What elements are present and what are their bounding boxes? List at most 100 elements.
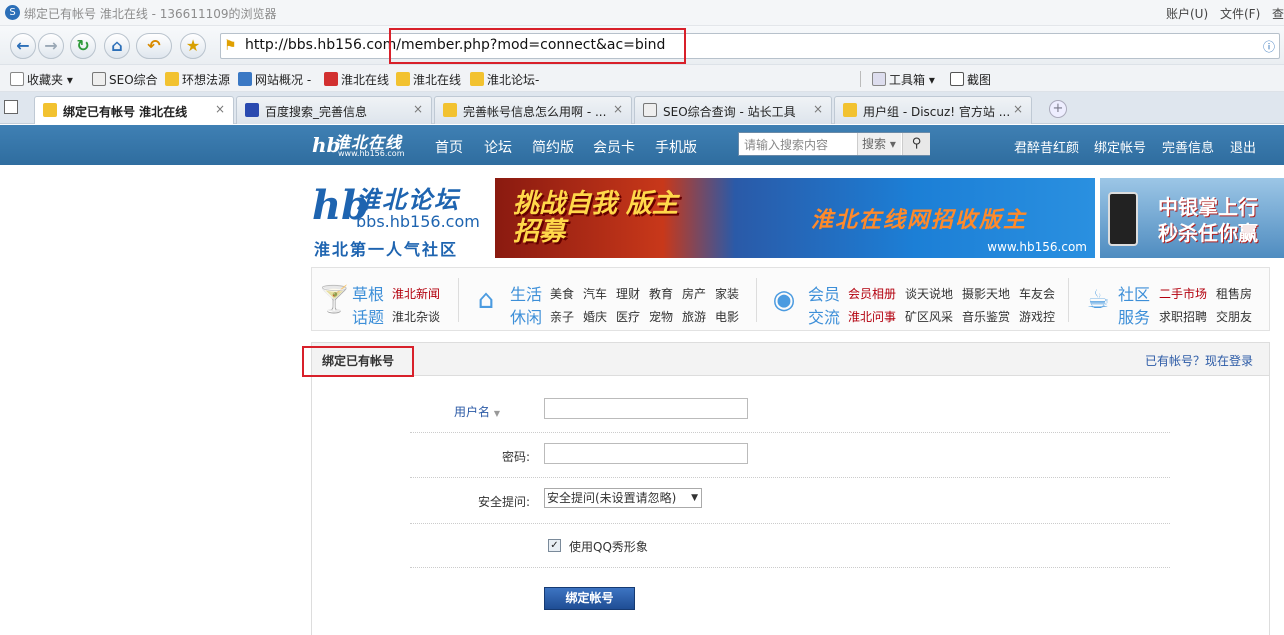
nav-simple[interactable]: 简约版	[532, 137, 574, 157]
site-search: 请输入搜索内容 搜索 ▾ ⚲	[738, 132, 930, 156]
bookmark-icon	[324, 72, 338, 86]
undo-button[interactable]: ↶	[136, 33, 172, 59]
category-link[interactable]: 旅游	[682, 308, 706, 325]
category-title[interactable]: 话题	[352, 304, 384, 328]
category-link[interactable]: 矿区风采	[905, 308, 953, 325]
favorite-item-seo[interactable]: SEO综合	[92, 71, 158, 88]
tab-seo-query[interactable]: SEO综合查询 - 站长工具 ×	[634, 96, 832, 124]
category-divider	[458, 278, 459, 322]
tab-baidu-search[interactable]: 百度搜索_完善信息 ×	[236, 96, 432, 124]
category-link[interactable]: 车友会	[1019, 285, 1055, 302]
category-link[interactable]: 汽车	[583, 285, 607, 302]
username-input[interactable]	[544, 398, 748, 419]
category-link[interactable]: 二手市场	[1159, 285, 1207, 302]
category-title[interactable]: 休闲	[510, 304, 542, 328]
nav-home[interactable]: 首页	[435, 137, 463, 157]
forum-logo[interactable]: hb 淮北论坛 bbs.hb156.com 淮北第一人气社区	[312, 178, 490, 259]
nav-member-card[interactable]: 会员卡	[593, 137, 635, 157]
home-button[interactable]: ⌂	[104, 33, 130, 59]
category-link[interactable]: 教育	[649, 285, 673, 302]
back-button[interactable]: ←	[10, 33, 36, 59]
menu-more[interactable]: 查	[1272, 5, 1284, 22]
category-title[interactable]: 服务	[1118, 304, 1150, 328]
moderator-recruit-banner[interactable]: 挑战自我 版主招募 淮北在线网招收版主 www.hb156.com	[495, 178, 1095, 258]
refresh-button[interactable]: ↻	[70, 33, 96, 59]
category-link[interactable]: 宠物	[649, 308, 673, 325]
category-title[interactable]: 草根	[352, 281, 384, 305]
url-bar[interactable]: ⚑ http://bbs.hb156.com/member.php?mod=co…	[220, 33, 1280, 59]
close-icon[interactable]: ×	[613, 102, 623, 116]
category-title[interactable]: 交流	[808, 304, 840, 328]
security-question-select[interactable]: 安全提问(未设置请忽略) ▼	[544, 488, 702, 508]
password-input[interactable]	[544, 443, 748, 464]
menu-account[interactable]: 账户(U)	[1166, 5, 1208, 22]
favorite-item-huaibei-online-2[interactable]: 淮北在线	[396, 71, 461, 88]
favorites-menu[interactable]: 收藏夹 ▾	[10, 71, 73, 88]
search-type-select[interactable]: 搜索 ▾	[857, 133, 901, 155]
category-link[interactable]: 淮北新闻	[392, 285, 440, 302]
category-link[interactable]: 医疗	[616, 308, 640, 325]
tab-user-group[interactable]: 用户组 - Discuz! 官方站 ... ×	[834, 96, 1032, 124]
favorite-star-button[interactable]: ★	[180, 33, 206, 59]
category-title[interactable]: 生活	[510, 281, 542, 305]
qq-show-checkbox[interactable]: ✓	[548, 539, 561, 552]
category-link[interactable]: 家装	[715, 285, 739, 302]
tab-complete-account[interactable]: 完善帐号信息怎么用啊 - ... ×	[434, 96, 632, 124]
close-icon[interactable]: ×	[1013, 102, 1023, 116]
search-input[interactable]: 请输入搜索内容	[744, 136, 828, 153]
category-link[interactable]: 淮北杂谈	[392, 308, 440, 325]
phone-image	[1108, 192, 1138, 246]
star-icon	[10, 72, 24, 86]
menu-file[interactable]: 文件(F)	[1220, 5, 1260, 22]
category-link[interactable]: 电影	[715, 308, 739, 325]
category-link[interactable]: 淮北问事	[848, 308, 896, 325]
category-link[interactable]: 音乐鉴赏	[962, 308, 1010, 325]
complete-info-link[interactable]: 完善信息	[1162, 137, 1214, 156]
favorite-item-huaibei-forum[interactable]: 淮北论坛-	[470, 71, 539, 88]
nav-forum[interactable]: 论坛	[484, 137, 512, 157]
category-link[interactable]: 摄影天地	[962, 285, 1010, 302]
close-icon[interactable]: ×	[413, 102, 423, 116]
category-link[interactable]: 求职招聘	[1159, 308, 1207, 325]
tab-bar: 绑定已有帐号 淮北在线 × 百度搜索_完善信息 × 完善帐号信息怎么用啊 - .…	[0, 92, 1284, 124]
category-link[interactable]: 交朋友	[1216, 308, 1252, 325]
bank-ad-banner[interactable]: 中银掌上行 秒杀任你赢	[1100, 178, 1284, 258]
category-link[interactable]: 理财	[616, 285, 640, 302]
nav-mobile[interactable]: 手机版	[655, 137, 697, 157]
close-icon[interactable]: ×	[215, 102, 225, 116]
site-info-icon[interactable]: ⓘ	[1263, 38, 1275, 55]
shield-icon	[470, 72, 484, 86]
logout-link[interactable]: 退出	[1230, 137, 1256, 156]
user-name-link[interactable]: 君醉昔红颜	[1014, 137, 1079, 156]
category-link[interactable]: 美食	[550, 285, 574, 302]
favorite-item-site-overview[interactable]: 网站概况 -	[238, 71, 311, 88]
category-title[interactable]: 会员	[808, 281, 840, 305]
toolbox-icon	[872, 72, 886, 86]
tab-bind-account[interactable]: 绑定已有帐号 淮北在线 ×	[34, 96, 234, 124]
close-icon[interactable]: ×	[813, 102, 823, 116]
category-link[interactable]: 婚庆	[583, 308, 607, 325]
login-link[interactable]: 已有帐号？现在登录	[1145, 352, 1253, 369]
favorite-item-huaibei-online-1[interactable]: 淮北在线	[324, 71, 389, 88]
category-link[interactable]: 游戏控	[1019, 308, 1055, 325]
category-link[interactable]: 会员相册	[848, 285, 896, 302]
bind-account-link[interactable]: 绑定帐号	[1094, 137, 1146, 156]
category-link[interactable]: 房产	[682, 285, 706, 302]
toolbox-button[interactable]: 工具箱 ▾	[872, 71, 935, 88]
forward-button[interactable]: →	[38, 33, 64, 59]
home-icon: ⌂	[111, 36, 123, 55]
category-link[interactable]: 亲子	[550, 308, 574, 325]
plus-icon: +	[1052, 101, 1064, 116]
site-logo[interactable]: hb 淮北在线 www.hb156.com	[312, 129, 412, 161]
username-label[interactable]: 用户名 ▼	[380, 403, 500, 420]
screenshot-button[interactable]: 截图	[950, 71, 991, 88]
favorite-item-huanxiang[interactable]: 环想法源	[165, 71, 230, 88]
category-link[interactable]: 谈天说地	[905, 285, 953, 302]
bind-account-button[interactable]: 绑定帐号	[544, 587, 635, 610]
category-title[interactable]: 社区	[1118, 281, 1150, 305]
security-question-label: 安全提问:	[477, 495, 530, 509]
new-tab-button[interactable]: +	[1049, 100, 1067, 118]
search-button[interactable]: ⚲	[902, 133, 930, 155]
category-link[interactable]: 租售房	[1216, 285, 1252, 302]
sidebar-toggle-icon[interactable]	[4, 100, 18, 114]
